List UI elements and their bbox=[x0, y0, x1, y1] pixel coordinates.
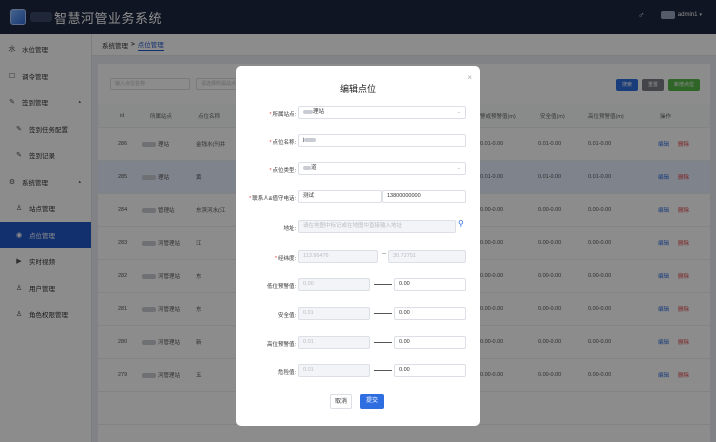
cancel-button[interactable]: 取消 bbox=[330, 394, 352, 409]
latitude-input[interactable]: 30.72751 bbox=[388, 250, 466, 263]
danger-max-input[interactable]: 0.00 bbox=[394, 364, 466, 377]
point-type-value: 道 bbox=[311, 165, 317, 171]
redacted-text bbox=[304, 137, 317, 142]
point-type-select[interactable]: 道 ⌄ bbox=[298, 162, 466, 175]
contact-phone-input[interactable]: 13800000000 bbox=[382, 190, 466, 203]
close-icon[interactable]: × bbox=[467, 73, 472, 82]
safe-min-input[interactable]: 0.01 bbox=[298, 307, 370, 320]
high-label: 高位预警值: bbox=[266, 342, 296, 348]
range-dash bbox=[374, 313, 392, 314]
map-pin-icon[interactable]: ⚲ bbox=[458, 219, 464, 228]
range-dash bbox=[374, 284, 392, 285]
site-value: 理站 bbox=[313, 109, 325, 115]
high-max-input[interactable]: 0.00 bbox=[394, 336, 466, 349]
high-min-input[interactable]: 0.01 bbox=[298, 336, 370, 349]
contact-label: *联系人&值守电话: bbox=[249, 196, 296, 202]
point-name-input[interactable]: j bbox=[298, 134, 466, 147]
contact-name-input[interactable]: 测试 bbox=[298, 190, 382, 203]
redacted-text bbox=[303, 109, 313, 114]
dialog-title: 编辑点位 bbox=[339, 84, 376, 94]
site-label: *所属站点: bbox=[269, 112, 296, 118]
longitude-input[interactable]: 113.96476 bbox=[298, 250, 378, 263]
danger-min-input[interactable]: 0.01 bbox=[298, 364, 370, 377]
safe-max-input[interactable]: 0.00 bbox=[394, 307, 466, 320]
range-dash bbox=[374, 342, 392, 343]
chevron-down-icon: ⌄ bbox=[456, 165, 461, 171]
redacted-text bbox=[303, 165, 311, 170]
point-type-label: *点位类型: bbox=[269, 168, 296, 174]
edit-point-dialog: 编辑点位 × *所属站点: 理站 ⌄ *点位名称: j *点位类型: 道 ⌄ *… bbox=[236, 66, 480, 426]
range-dash bbox=[374, 370, 392, 371]
range-separator: ~ bbox=[382, 251, 387, 258]
warn-label: 低位预警值: bbox=[266, 284, 296, 290]
warn-max-input[interactable]: 0.00 bbox=[394, 278, 466, 291]
submit-button[interactable]: 提交 bbox=[360, 394, 384, 409]
chevron-down-icon: ⌄ bbox=[456, 109, 461, 115]
address-input[interactable]: 请在地图中标记或在地图中直接输入地址 bbox=[298, 220, 456, 233]
lnglat-label: *经纬度: bbox=[274, 256, 296, 262]
danger-label: 危险值: bbox=[277, 370, 296, 376]
point-name-label: *点位名称: bbox=[269, 140, 296, 146]
site-select[interactable]: 理站 ⌄ bbox=[298, 106, 466, 119]
warn-min-input[interactable]: 0.00 bbox=[298, 278, 370, 291]
safe-label: 安全值: bbox=[277, 313, 296, 319]
address-label: 地址: bbox=[283, 226, 296, 232]
